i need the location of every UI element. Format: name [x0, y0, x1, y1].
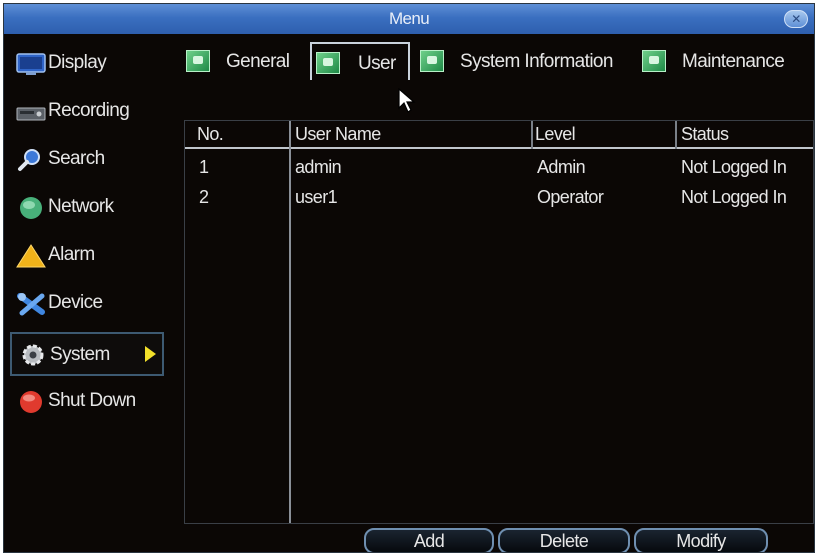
sidebar-item-display[interactable]: Display [10, 44, 164, 84]
tab-icon [186, 50, 210, 72]
title-bar: Menu ✕ [4, 4, 814, 34]
monitor-icon [16, 52, 46, 76]
sidebar: Display Recording Search Network Alarm D… [4, 38, 174, 458]
sidebar-item-device[interactable]: Device [10, 284, 164, 324]
sidebar-item-alarm[interactable]: Alarm [10, 236, 164, 276]
sidebar-item-label: Display [48, 52, 107, 73]
user-table: No. User Name Level Status 1 admin Admin… [184, 120, 814, 524]
globe-icon [16, 196, 46, 220]
tab-icon [420, 50, 444, 72]
sidebar-item-shut-down[interactable]: Shut Down [10, 382, 164, 422]
sidebar-item-network[interactable]: Network [10, 188, 164, 228]
sidebar-item-label: Shut Down [48, 390, 136, 411]
add-button[interactable]: Add [364, 528, 494, 552]
magnifier-icon [16, 148, 46, 172]
mouse-cursor-icon [397, 87, 417, 114]
selected-arrow-icon [145, 346, 156, 362]
column-divider [675, 121, 677, 149]
sidebar-item-label: Recording [48, 100, 130, 121]
cell-status: Not Logged In [681, 187, 787, 207]
tab-icon [316, 52, 340, 74]
sidebar-item-label: Device [48, 292, 103, 313]
cell-user-name: admin [295, 157, 342, 177]
tools-icon [16, 292, 46, 316]
tab-label: Maintenance [682, 51, 785, 72]
sidebar-item-recording[interactable]: Recording [10, 92, 164, 132]
tab-label: System Information [460, 51, 613, 72]
column-header-level: Level [535, 124, 576, 144]
cell-no: 1 [199, 157, 209, 177]
sidebar-item-system[interactable]: System [10, 332, 164, 376]
modify-button[interactable]: Modify [634, 528, 768, 552]
window-title: Menu [388, 9, 430, 28]
tab-system-information[interactable]: System Information [416, 42, 630, 80]
sidebar-item-label: Alarm [48, 244, 95, 265]
cell-user-name: user1 [295, 187, 338, 207]
cell-status: Not Logged In [681, 157, 787, 177]
tab-label: User [358, 53, 396, 74]
table-header: No. User Name Level Status [185, 121, 813, 149]
sidebar-item-label: Search [48, 148, 105, 169]
sidebar-item-label: System [50, 344, 110, 365]
menu-window: Menu ✕ Display Recording Search Network … [3, 3, 815, 553]
column-divider [531, 121, 533, 149]
sidebar-item-label: Network [48, 196, 114, 217]
tab-maintenance[interactable]: Maintenance [638, 42, 808, 80]
gear-icon [18, 343, 48, 367]
cell-no: 2 [199, 187, 209, 207]
column-header-no: No. [197, 124, 224, 144]
power-icon [16, 390, 46, 414]
tab-label: General [226, 51, 290, 72]
table-row[interactable]: 1 admin Admin Not Logged In [185, 153, 813, 183]
tab-icon [642, 50, 666, 72]
tab-general[interactable]: General [182, 42, 304, 80]
recorder-icon [16, 100, 46, 124]
cell-level: Admin [537, 157, 586, 177]
tab-user[interactable]: User [310, 42, 410, 80]
table-row[interactable]: 2 user1 Operator Not Logged In [185, 183, 813, 213]
column-header-user-name: User Name [295, 124, 381, 144]
close-icon[interactable]: ✕ [784, 10, 808, 28]
column-header-status: Status [681, 124, 729, 144]
tab-bar: General User System Information Maintena… [182, 40, 812, 82]
cell-level: Operator [537, 187, 604, 207]
warning-icon [16, 244, 46, 268]
sidebar-item-search[interactable]: Search [10, 140, 164, 180]
delete-button[interactable]: Delete [498, 528, 630, 552]
